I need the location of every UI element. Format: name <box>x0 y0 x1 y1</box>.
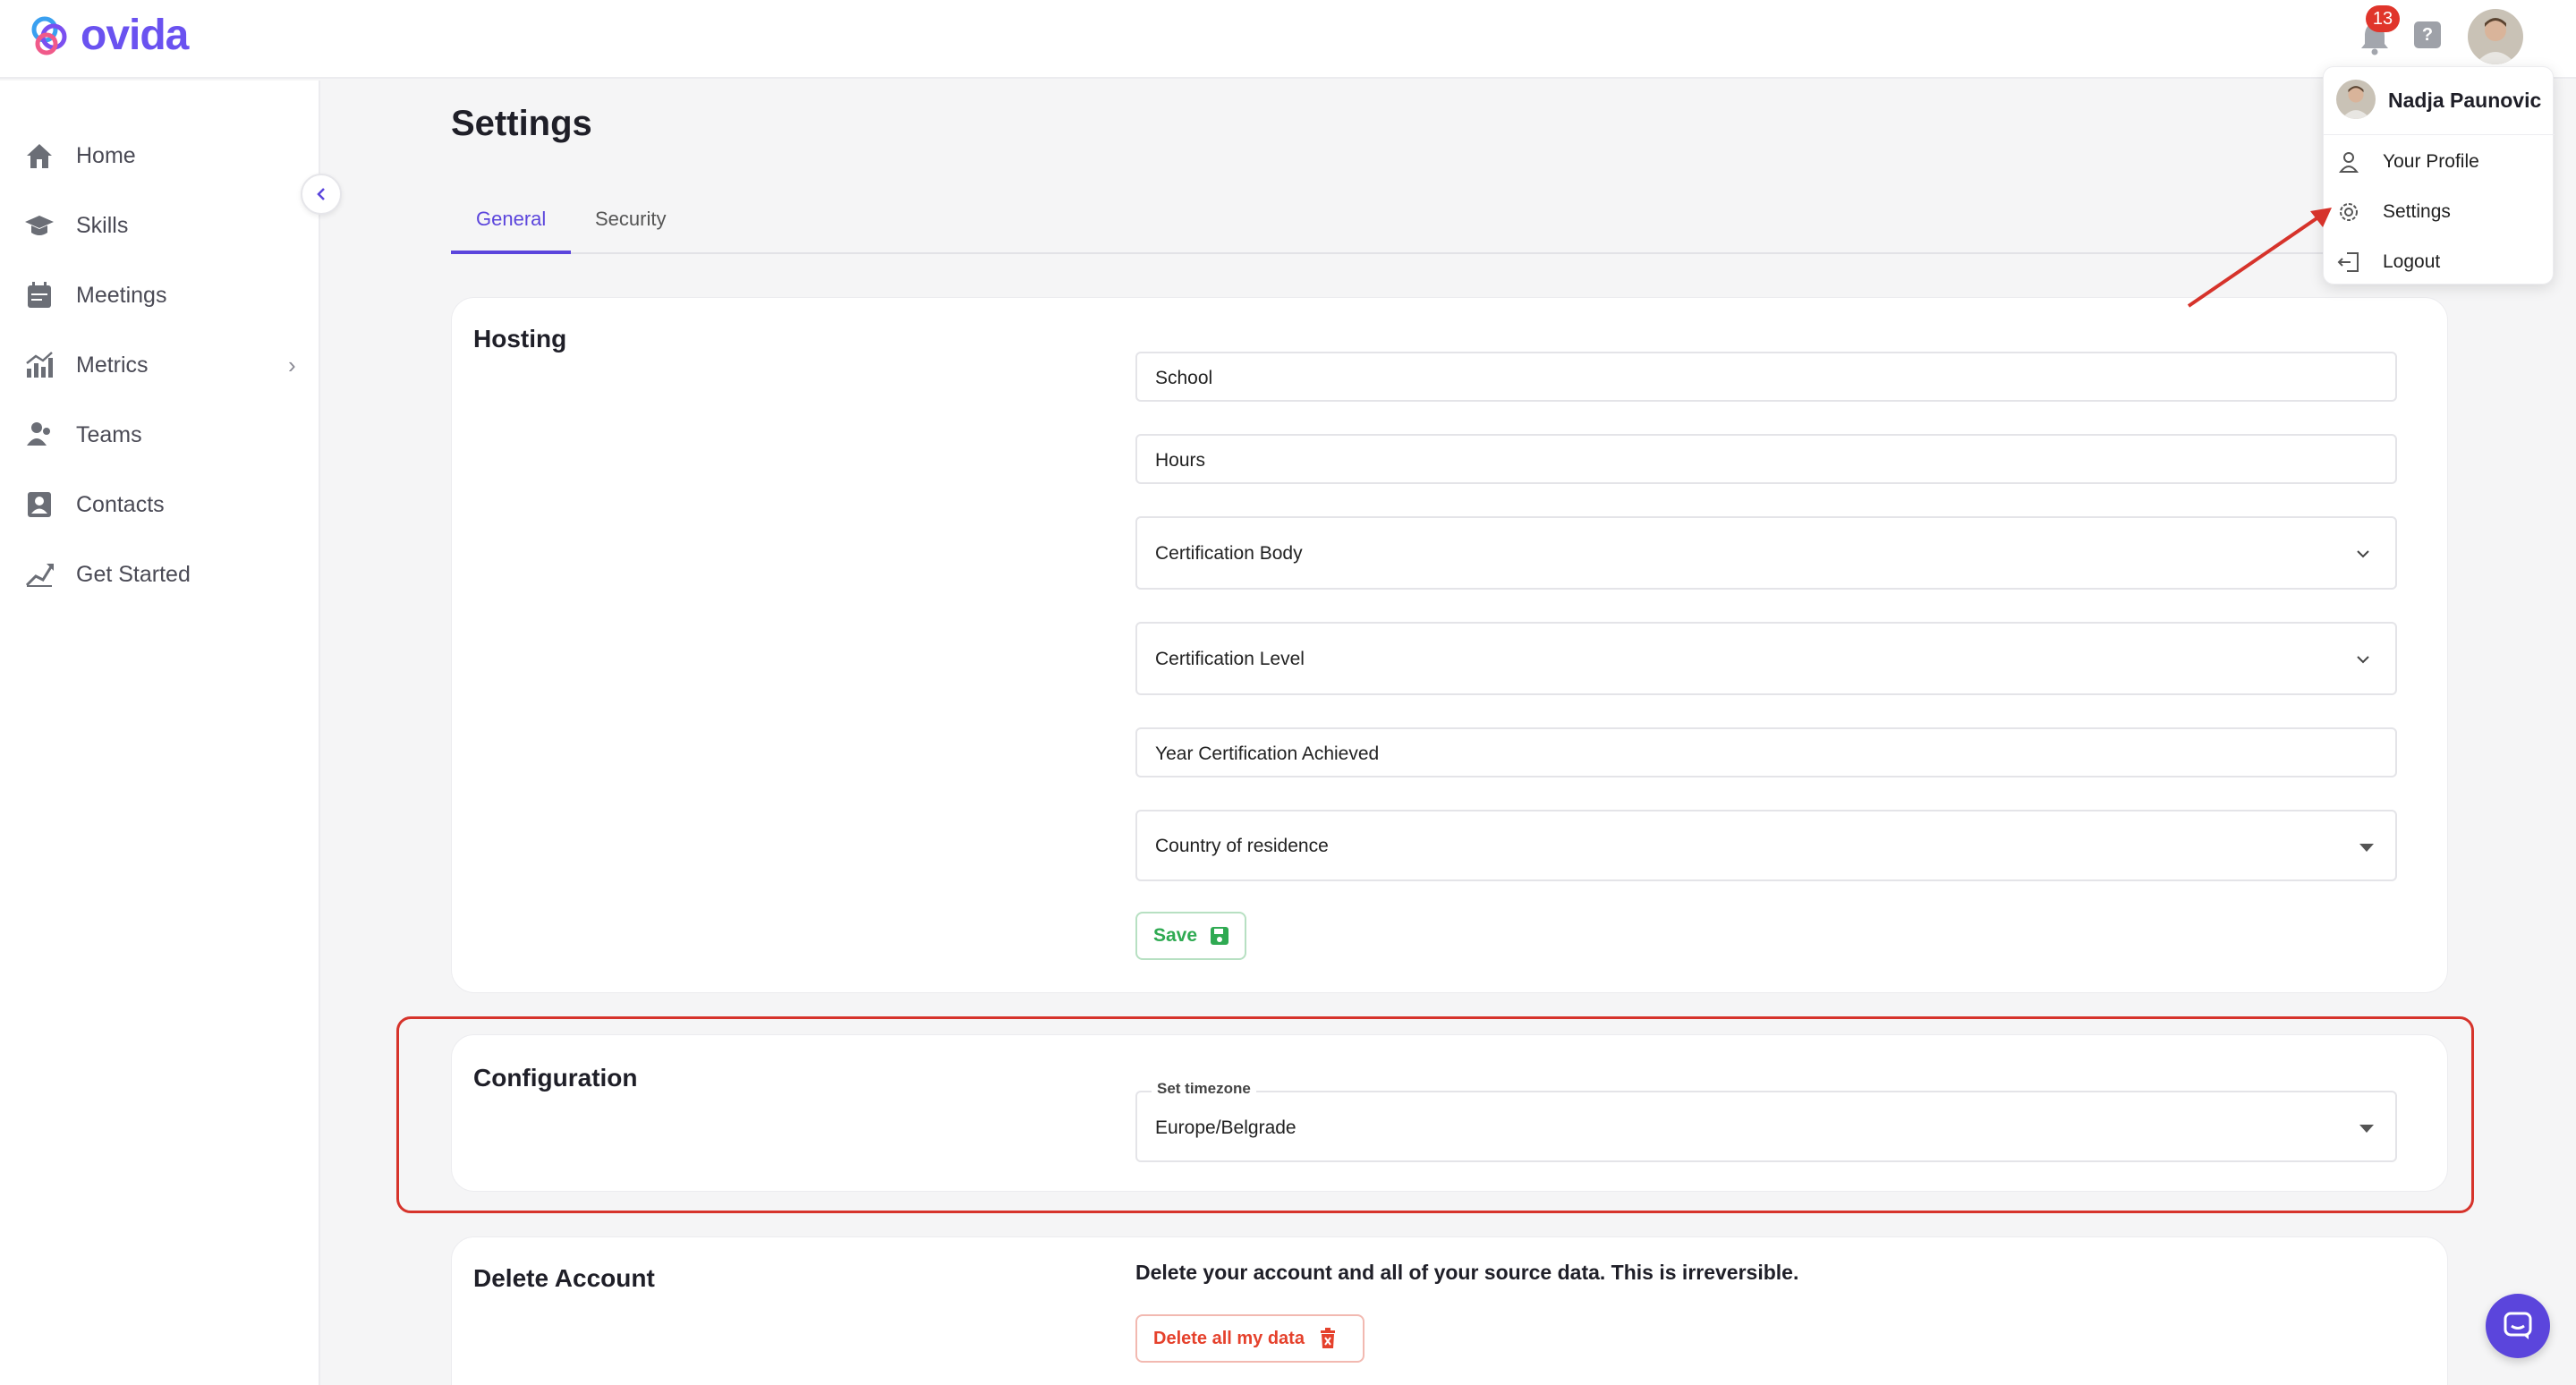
menu-item-label: Logout <box>2383 251 2441 272</box>
chat-button[interactable] <box>2486 1294 2550 1358</box>
delete-data-label: Delete all my data <box>1153 1328 1305 1348</box>
certification-level-value: Certification Level <box>1155 649 1305 669</box>
avatar-photo-icon <box>2468 9 2523 64</box>
avatar <box>2336 80 2376 119</box>
country-select[interactable]: Country of residence <box>1135 810 2397 881</box>
sidebar-item-contacts[interactable]: Contacts <box>0 476 320 533</box>
tab-general[interactable]: General <box>476 208 546 231</box>
save-label: Save <box>1153 925 1198 946</box>
rocket-icon <box>25 564 54 587</box>
sidebar-item-label: Meetings <box>76 282 167 308</box>
delete-data-button[interactable]: Delete all my data <box>1135 1314 1365 1363</box>
user-menu-header: Nadja Paunovic <box>2324 67 2555 135</box>
chevron-down-icon <box>2357 656 2369 664</box>
delete-account-title: Delete Account <box>473 1264 655 1292</box>
school-field[interactable]: School <box>1135 352 2397 402</box>
settings-tabs: General Security <box>451 197 2448 254</box>
school-value: School <box>1155 368 1213 388</box>
avatar-photo-icon <box>2336 80 2376 119</box>
country-value: Country of residence <box>1155 836 1329 856</box>
users-icon <box>27 422 50 446</box>
avatar[interactable] <box>2468 9 2523 64</box>
top-bar: ovida 13 ? <box>0 0 2576 79</box>
contact-card-icon <box>28 492 51 517</box>
page-title: Settings <box>451 104 592 143</box>
certification-body-select[interactable]: Certification Body <box>1135 516 2397 590</box>
sidebar-item-get-started[interactable]: Get Started <box>0 546 320 603</box>
hours-field[interactable]: Hours <box>1135 434 2397 484</box>
app-logo[interactable]: ovida <box>30 11 189 60</box>
sidebar-item-skills[interactable]: Skills <box>0 197 320 254</box>
chat-icon <box>2504 1312 2532 1339</box>
sidebar-item-teams[interactable]: Teams <box>0 406 320 463</box>
sidebar-item-home[interactable]: Home <box>0 127 320 184</box>
collapse-sidebar-button[interactable] <box>301 174 342 215</box>
menu-item-label: Your Profile <box>2383 151 2479 172</box>
delete-account-card: Delete Account Delete your account and a… <box>451 1236 2448 1385</box>
trash-icon <box>1320 1328 1335 1348</box>
sidebar-item-meetings[interactable]: Meetings <box>0 267 320 324</box>
menu-item-your-profile[interactable]: Your Profile <box>2324 137 2555 187</box>
menu-item-logout[interactable]: Logout <box>2324 237 2555 287</box>
certification-body-value: Certification Body <box>1155 543 1303 564</box>
delete-account-description: Delete your account and all of your sour… <box>1135 1261 1799 1284</box>
sidebar-item-label: Metrics <box>76 352 149 378</box>
save-button[interactable]: Save <box>1135 912 1246 960</box>
certification-level-select[interactable]: Certification Level <box>1135 622 2397 695</box>
annotation-arrow-icon <box>2187 208 2332 308</box>
chart-icon <box>26 352 53 378</box>
menu-item-label: Settings <box>2383 201 2451 222</box>
app-name: ovida <box>81 12 189 59</box>
chevron-down-icon <box>2357 550 2369 558</box>
ovida-logo-icon <box>31 16 67 55</box>
home-icon <box>27 144 52 168</box>
user-name: Nadja Paunovic <box>2388 89 2542 112</box>
tab-security[interactable]: Security <box>595 208 666 231</box>
floppy-disk-icon <box>1211 927 1229 945</box>
graduation-cap-icon <box>25 216 54 235</box>
sidebar-item-metrics[interactable]: Metrics › <box>0 336 320 394</box>
hosting-card: Hosting School Hours Certification Body … <box>451 297 2448 993</box>
caret-down-icon <box>2359 844 2374 852</box>
sidebar: Home Skills Meetings Metrics › Teams Con… <box>0 81 320 1385</box>
year-certification-value: Year Certification Achieved <box>1155 743 1380 764</box>
sidebar-item-label: Home <box>76 142 136 168</box>
chevron-right-icon: › <box>288 351 296 378</box>
user-menu: Nadja Paunovic Your Profile Settings Log… <box>2323 66 2555 287</box>
calendar-icon <box>28 282 51 308</box>
sidebar-item-label: Contacts <box>76 491 165 517</box>
hours-value: Hours <box>1155 450 1206 471</box>
sidebar-item-label: Get Started <box>76 561 191 587</box>
help-icon[interactable]: ? <box>2414 21 2441 48</box>
menu-item-settings[interactable]: Settings <box>2324 187 2555 237</box>
configuration-highlight <box>396 1016 2474 1213</box>
notification-badge: 13 <box>2366 5 2400 32</box>
sidebar-item-label: Teams <box>76 421 142 447</box>
active-tab-indicator <box>451 251 571 254</box>
year-certification-field[interactable]: Year Certification Achieved <box>1135 727 2397 777</box>
hosting-title: Hosting <box>473 325 567 353</box>
chevron-left-icon <box>317 188 325 200</box>
user-icon <box>2338 152 2359 173</box>
sidebar-item-label: Skills <box>76 212 129 238</box>
